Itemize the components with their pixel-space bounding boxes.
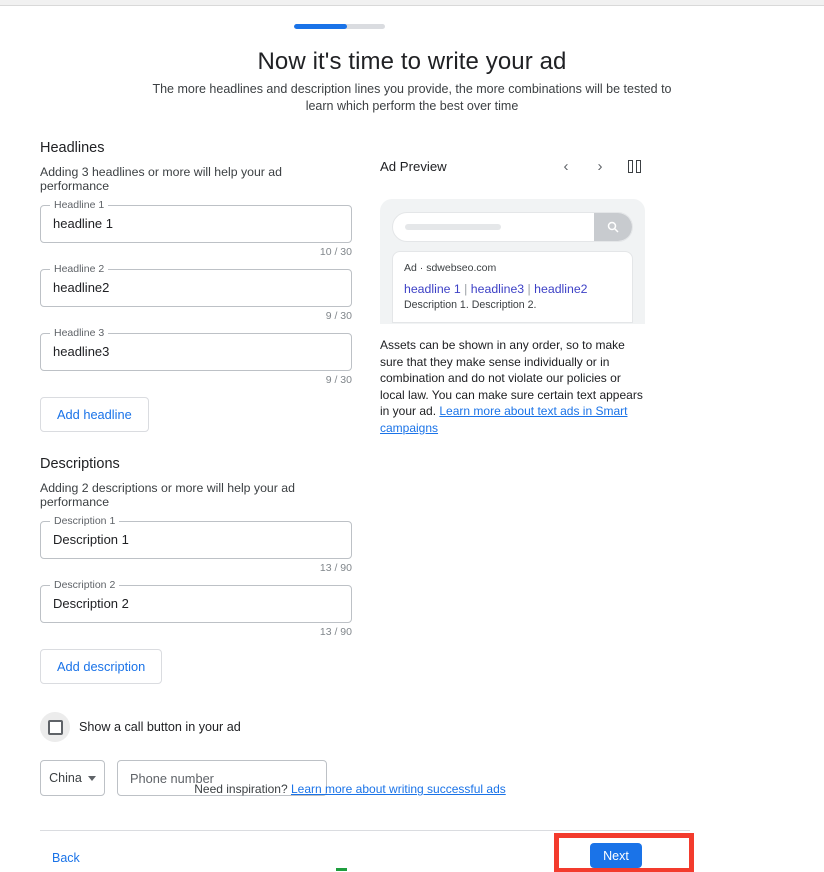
mock-ad-description: Description 1. Description 2. — [404, 299, 537, 311]
headline-3-label: Headline 3 — [50, 327, 109, 340]
ad-label: Ad — [404, 262, 417, 274]
setup-progress-fill — [294, 24, 347, 29]
add-description-button[interactable]: Add description — [40, 649, 163, 684]
mock-ad-card: Ad · sdwebseo.com headline 1 | headline3… — [392, 251, 633, 323]
descriptions-section-subtitle: Adding 2 descriptions or more will help … — [40, 481, 295, 509]
preview-header: Ad Preview ‹ › — [380, 155, 645, 177]
setup-progress-bar — [294, 24, 385, 29]
headline-3-field[interactable]: Headline 3 headline3 — [40, 327, 352, 371]
side-by-side-view-icon[interactable] — [623, 155, 645, 177]
assets-disclaimer: Assets can be shown in any order, so to … — [380, 337, 645, 436]
mock-ad-url-line: Ad · sdwebseo.com — [404, 262, 621, 274]
description-1-field[interactable]: Description 1 Description 1 — [40, 515, 352, 559]
headline-2-field[interactable]: Headline 2 headline2 — [40, 263, 352, 307]
description-1-label: Description 1 — [50, 515, 120, 528]
headline-2-label: Headline 2 — [50, 263, 109, 276]
next-button[interactable]: Next — [590, 843, 642, 868]
call-button-checkbox-label: Show a call button in your ad — [79, 720, 241, 734]
ad-preview-column: Ad Preview ‹ › Ad · sdwebseo.com headlin… — [380, 155, 645, 436]
call-button-checkbox[interactable] — [40, 712, 70, 742]
ad-form-column: Headlines Adding 3 headlines or more wil… — [40, 140, 352, 796]
chevron-down-icon — [87, 775, 96, 781]
chevron-right-icon[interactable]: › — [589, 155, 611, 177]
ad-separator: · — [419, 262, 424, 274]
description-2-label: Description 2 — [50, 579, 120, 592]
search-icon — [594, 213, 632, 241]
mock-ad-headline: headline 1 | headline3 | headline2 — [404, 281, 621, 297]
inspiration-text: Need inspiration? — [194, 782, 291, 796]
write-ad-page: Now it's time to write your ad The more … — [0, 0, 824, 872]
headline-2-counter: 9 / 30 — [325, 310, 352, 322]
footer-divider — [40, 830, 690, 831]
headline-part-3: headline2 — [534, 282, 588, 296]
checkbox-icon — [47, 719, 63, 735]
page-title: Now it's time to write your ad — [257, 48, 567, 75]
descriptions-section-title: Descriptions — [40, 456, 120, 472]
show-call-button-row[interactable]: Show a call button in your ad — [40, 712, 352, 742]
add-headline-button[interactable]: Add headline — [40, 397, 149, 432]
headline-1-counter: 10 / 30 — [319, 246, 352, 258]
page-subtitle: The more headlines and description lines… — [152, 82, 672, 113]
browser-top-strip — [0, 0, 824, 6]
description-1-counter: 13 / 90 — [319, 562, 352, 574]
headline-1-label: Headline 1 — [50, 199, 109, 212]
headline-sep-2: | — [524, 282, 535, 296]
headlines-section-title: Headlines — [40, 140, 105, 156]
back-button[interactable]: Back — [52, 851, 80, 865]
ad-domain: sdwebseo.com — [426, 262, 497, 274]
description-2-value: Description 2 — [53, 596, 129, 611]
ad-preview-title: Ad Preview — [380, 158, 447, 174]
writing-successful-ads-link[interactable]: Learn more about writing successful ads — [291, 782, 506, 796]
headline-part-1: headline 1 — [404, 282, 461, 296]
mock-search-bar — [392, 212, 633, 242]
headline-1-value: headline 1 — [53, 216, 113, 231]
headline-1-field[interactable]: Headline 1 headline 1 — [40, 199, 352, 243]
description-2-counter: 13 / 90 — [319, 626, 352, 638]
headline-sep-1: | — [460, 282, 471, 296]
ad-preview-device-mock: Ad · sdwebseo.com headline 1 | headline3… — [380, 199, 645, 324]
description-2-field[interactable]: Description 2 Description 2 — [40, 579, 352, 623]
headline-2-value: headline2 — [53, 280, 110, 295]
page-bottom-green-marker — [336, 868, 347, 871]
description-1-value: Description 1 — [53, 532, 129, 547]
headline-3-counter: 9 / 30 — [325, 374, 352, 386]
headline-part-2: headline3 — [470, 282, 525, 296]
chevron-left-icon[interactable]: ‹ — [555, 155, 577, 177]
headline-3-value: headline3 — [53, 344, 110, 359]
mock-search-placeholder-line — [405, 224, 501, 230]
headlines-section-subtitle: Adding 3 headlines or more will help you… — [40, 165, 282, 193]
inspiration-row: Need inspiration? Learn more about writi… — [0, 782, 700, 796]
